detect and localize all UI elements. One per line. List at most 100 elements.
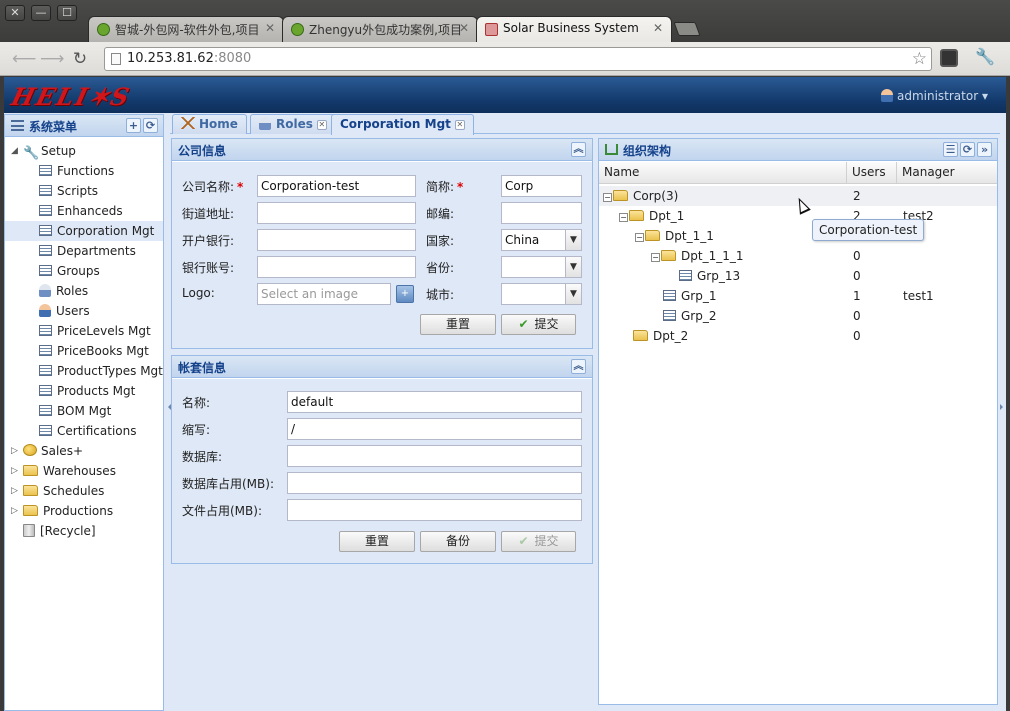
collapse-node-icon[interactable]: − [603,193,612,202]
sidebar-item-departments[interactable]: Departments [5,241,163,261]
extension-icon[interactable] [940,49,958,67]
province-select[interactable]: ▼ [501,256,582,278]
country-select[interactable]: China ▼ [501,229,582,251]
sidebar-item-producttypes-mgt[interactable]: ProductTypes Mgt [5,361,163,381]
collapse-right-icon[interactable]: » [977,142,992,157]
sidebar-item-label: Enhanceds [57,204,123,218]
tab-close-icon[interactable]: ✕ [459,21,469,35]
minimize-window-button[interactable]: — [31,5,51,21]
sidebar-item-corporation-mgt[interactable]: Corporation Mgt [5,221,163,241]
set-name-field[interactable]: default [287,391,582,413]
sidebar-item-bom-mgt[interactable]: BOM Mgt [5,401,163,421]
image-picker-icon[interactable]: + [396,285,414,303]
logo-field[interactable]: Select an image [257,283,391,305]
new-tab-button[interactable] [673,22,701,36]
sidebar-item-warehouses[interactable]: ▷ Warehouses [5,461,163,481]
street-field[interactable] [257,202,416,224]
sidebar-item-certifications[interactable]: Certifications [5,421,163,441]
table-row[interactable]: Grp_1 1 test1 [599,286,997,306]
refresh-icon[interactable]: ⟳ [960,142,975,157]
close-tab-icon[interactable]: ✕ [316,120,327,130]
browser-tab[interactable]: Zhengyu外包成功案例,项目 ✕ [282,16,478,42]
page-icon [111,53,121,65]
maximize-window-button[interactable]: ☐ [57,5,77,21]
sidebar-item-enhanceds[interactable]: Enhanceds [5,201,163,221]
sidebar-item-productions[interactable]: ▷ Productions [5,501,163,521]
right-splitter-arrow-icon[interactable] [1000,404,1006,410]
wrench-icon[interactable]: 🔧 [975,47,995,66]
browser-tab-active[interactable]: Solar Business System ✕ [476,16,672,42]
expand-all-icon[interactable]: + [126,118,141,133]
city-select[interactable]: ▼ [501,283,582,305]
db-usage-field[interactable] [287,472,582,494]
col-name[interactable]: Name [599,162,847,184]
table-row[interactable]: − Dpt_1_1 [599,226,997,246]
expand-arrow-icon[interactable]: ▷ [11,461,19,481]
sidebar-item-functions[interactable]: Functions [5,161,163,181]
browser-tab[interactable]: 智城-外包网-软件外包,项目 ✕ [88,16,284,42]
sidebar-item-pricebooks-mgt[interactable]: PriceBooks Mgt [5,341,163,361]
sidebar-item-schedules[interactable]: ▷ Schedules [5,481,163,501]
refresh-icon[interactable]: ⟳ [143,118,158,133]
list-view-icon[interactable]: ☰ [943,142,958,157]
sidebar-item-roles[interactable]: Roles [5,281,163,301]
short-name-field[interactable]: Corp [501,175,582,197]
collapse-node-icon[interactable]: − [651,253,660,262]
tab-close-icon[interactable]: ✕ [653,21,663,35]
expand-arrow-icon[interactable]: ▷ [11,441,19,461]
bank-field[interactable] [257,229,416,251]
sidebar-item-setup[interactable]: ◢ 🔧 Setup [5,141,163,161]
collapse-icon[interactable]: ︽ [571,359,586,374]
col-manager[interactable]: Manager [897,162,997,184]
sidebar-item-groups[interactable]: Groups [5,261,163,281]
account-field[interactable] [257,256,416,278]
tab-close-icon[interactable]: ✕ [265,21,275,35]
dropdown-arrow-icon[interactable]: ▼ [565,284,581,304]
submit-button[interactable]: ✔ 提交 [501,531,576,552]
sidebar-item-scripts[interactable]: Scripts [5,181,163,201]
close-window-button[interactable]: ✕ [5,5,25,21]
abbr-field[interactable]: / [287,418,582,440]
table-row[interactable]: Grp_13 0 [599,266,997,286]
city-label: 城市: [426,288,455,302]
forward-arrow-icon[interactable]: ⟶ [40,50,64,68]
sidebar-item-sales[interactable]: ▷ Sales+ [5,441,163,461]
table-row[interactable]: Grp_2 0 [599,306,997,326]
dropdown-arrow-icon[interactable]: ▼ [565,230,581,250]
tab-home[interactable]: Home [172,114,247,134]
collapse-arrow-icon[interactable]: ◢ [11,141,19,161]
file-usage-field[interactable] [287,499,582,521]
sidebar-item-label: Departments [57,244,136,258]
bookmark-star-icon[interactable]: ☆ [912,49,927,69]
tab-roles[interactable]: Roles ✕ [250,114,336,134]
reload-icon[interactable]: ↻ [70,50,90,68]
sidebar-item-products-mgt[interactable]: Products Mgt [5,381,163,401]
dropdown-arrow-icon[interactable]: ▼ [565,257,581,277]
zip-field[interactable] [501,202,582,224]
backup-button[interactable]: 备份 [420,531,496,552]
submit-button[interactable]: ✔ 提交 [501,314,576,335]
tab-corporation-mgt[interactable]: Corporation Mgt ✕ [331,114,474,135]
expand-arrow-icon[interactable]: ▷ [11,481,19,501]
collapse-node-icon[interactable]: − [635,233,644,242]
user-menu[interactable]: administrator ▾ [880,89,988,103]
list-icon [39,365,52,376]
collapse-node-icon[interactable]: − [619,213,628,222]
reset-button[interactable]: 重置 [420,314,496,335]
back-arrow-icon[interactable]: ⟵ [12,50,36,68]
close-tab-icon[interactable]: ✕ [454,120,465,130]
company-name-field[interactable]: Corporation-test [257,175,416,197]
sidebar-item-recycle[interactable]: [Recycle] [5,521,163,541]
col-users[interactable]: Users [847,162,897,184]
sidebar-splitter[interactable] [165,114,171,711]
database-field[interactable] [287,445,582,467]
table-row[interactable]: − Dpt_1_1_1 0 [599,246,997,266]
table-row[interactable]: Dpt_2 0 [599,326,997,346]
expand-arrow-icon[interactable]: ▷ [11,501,19,521]
favicon-icon [97,23,110,36]
sidebar-item-users[interactable]: Users [5,301,163,321]
reset-button[interactable]: 重置 [339,531,415,552]
address-bar[interactable]: 10.253.81.62:8080 ☆ [104,47,932,71]
collapse-icon[interactable]: ︽ [571,142,586,157]
sidebar-item-pricelevels-mgt[interactable]: PriceLevels Mgt [5,321,163,341]
